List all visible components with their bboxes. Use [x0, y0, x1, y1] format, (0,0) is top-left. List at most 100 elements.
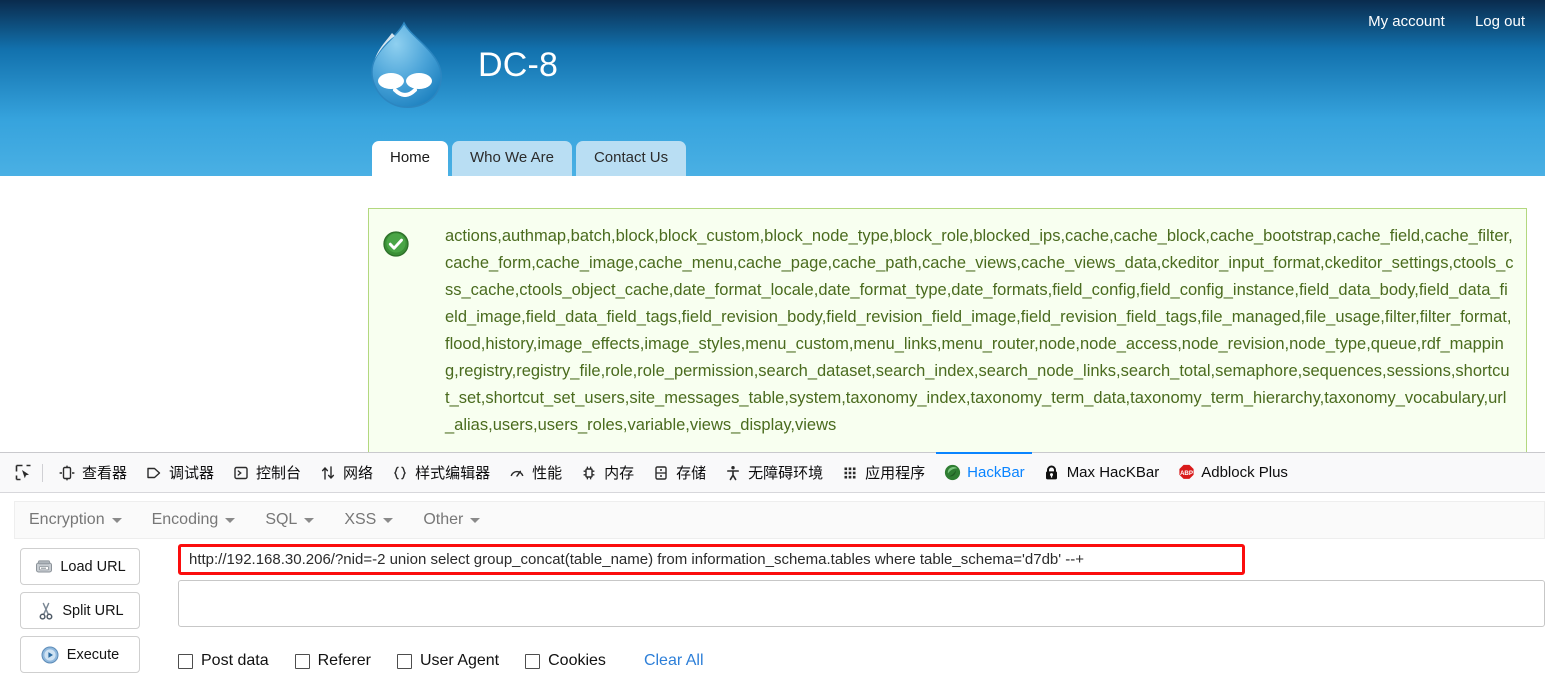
devtools-tab-label: 查看器	[82, 465, 128, 482]
status-message: actions,authmap,batch,block,block_custom…	[368, 208, 1527, 454]
devtools-tab-label: 控制台	[256, 465, 302, 482]
user-links: My account Log out	[1342, 13, 1525, 30]
devtools-tab-network[interactable]: 网络	[310, 453, 382, 492]
devtools-tab-label: 网络	[343, 465, 374, 482]
nav-tab-who-we-are[interactable]: Who We Are	[452, 140, 572, 176]
devtools-tab-hackbar[interactable]: HackBar	[934, 452, 1034, 492]
hackbar-menu-other[interactable]: Other	[423, 511, 481, 529]
inspector-icon	[58, 464, 76, 482]
split-url-button[interactable]: Split URL	[20, 592, 140, 629]
performance-icon	[508, 464, 526, 482]
hackbar-menu-label: Other	[423, 511, 464, 528]
drupal-droplet-icon	[362, 19, 446, 111]
clear-all-link[interactable]: Clear All	[644, 652, 704, 670]
split-url-scissors-icon	[36, 601, 55, 620]
devtools-tab-label: 存储	[676, 465, 707, 482]
hackbar-button-label: Load URL	[60, 558, 126, 575]
devtools-tab-performance[interactable]: 性能	[499, 453, 571, 492]
hackbar-menu-encryption[interactable]: Encryption	[29, 511, 122, 529]
log-out-link[interactable]: Log out	[1475, 13, 1525, 30]
site-branding[interactable]: DC-8	[362, 19, 558, 111]
checkbox-label: User Agent	[419, 652, 500, 669]
chevron-down-icon	[111, 517, 122, 523]
hackbar-menubar: Encryption Encoding SQL XSS Other	[14, 501, 1545, 539]
url-input[interactable]	[178, 544, 1245, 575]
hackbar-button-label: Execute	[66, 646, 120, 663]
memory-icon	[580, 464, 598, 482]
status-message-text: actions,authmap,batch,block,block_custom…	[445, 227, 1514, 434]
checkbox-box	[294, 653, 310, 669]
hackbar-panel: Encryption Encoding SQL XSS Other Load U…	[0, 494, 1545, 687]
hackbar-fields	[178, 544, 1545, 627]
devtools-tab-label: 无障碍环境	[748, 465, 824, 482]
devtools-tab-label: 调试器	[169, 465, 215, 482]
toolbar-divider	[42, 463, 43, 482]
application-icon	[841, 464, 859, 482]
hackbar-icon	[943, 464, 961, 482]
element-picker-icon[interactable]	[8, 460, 38, 486]
site-header-inner: My account Log out DC-8 Home Who We Are …	[0, 0, 1545, 176]
execute-button[interactable]: Execute	[20, 636, 140, 673]
devtools-tab-label: 内存	[604, 465, 635, 482]
my-account-link[interactable]: My account	[1368, 13, 1445, 30]
hackbar-menu-sql[interactable]: SQL	[265, 511, 315, 529]
browser-page-viewport: My account Log out DC-8 Home Who We Are …	[0, 0, 1545, 454]
execute-play-icon	[41, 645, 60, 664]
checkbox-box	[178, 653, 193, 669]
devtools-tab-label: 样式编辑器	[415, 465, 491, 482]
green-check-circle-icon	[383, 223, 409, 262]
style-editor-icon	[391, 464, 409, 482]
hackbar-button-label: Split URL	[62, 602, 124, 619]
network-icon	[319, 464, 337, 482]
cookies-checkbox[interactable]: Cookies	[525, 652, 606, 670]
devtools-tab-console[interactable]: 控制台	[223, 453, 310, 492]
console-icon	[232, 464, 250, 482]
hackbar-menu-label: Encryption	[29, 511, 105, 528]
hackbar-menu-encoding[interactable]: Encoding	[152, 511, 236, 529]
primary-nav: Home Who We Are Contact Us	[372, 140, 690, 176]
chevron-down-icon	[304, 517, 315, 523]
chevron-down-icon	[383, 517, 394, 523]
hackbar-options: Post data Referer User Agent Cookies Cle…	[178, 652, 704, 670]
devtools-tab-label: Max HacKBar	[1066, 464, 1160, 481]
debugger-icon	[145, 464, 163, 482]
devtools-tab-max-hackbar[interactable]: Max HacKBar	[1034, 453, 1169, 492]
devtools-tab-adblock-plus[interactable]: ABP Adblock Plus	[1168, 453, 1297, 492]
devtools-tab-memory[interactable]: 内存	[571, 453, 643, 492]
load-url-icon	[34, 557, 53, 576]
devtools-tab-accessibility[interactable]: 无障碍环境	[715, 453, 832, 492]
devtools-tab-application[interactable]: 应用程序	[832, 453, 934, 492]
devtools-tab-storage[interactable]: 存储	[643, 453, 715, 492]
devtools-tab-label: Adblock Plus	[1201, 464, 1288, 481]
load-url-button[interactable]: Load URL	[20, 548, 140, 585]
hackbar-menu-xss[interactable]: XSS	[344, 511, 394, 529]
site-name: DC-8	[478, 46, 559, 84]
post-data-checkbox[interactable]: Post data	[178, 652, 269, 670]
nav-tab-contact-us[interactable]: Contact Us	[575, 140, 687, 176]
devtools-tab-inspector[interactable]: 查看器	[49, 453, 136, 492]
checkbox-label: Post data	[201, 652, 269, 669]
post-data-textarea[interactable]	[178, 580, 1545, 627]
accessibility-icon	[724, 464, 742, 482]
devtools-tab-style-editor[interactable]: 样式编辑器	[382, 453, 499, 492]
adblock-plus-icon: ABP	[1177, 464, 1195, 482]
checkbox-label: Referer	[317, 652, 371, 669]
checkbox-box	[396, 653, 412, 669]
devtools-tab-label: HackBar	[967, 464, 1025, 481]
hackbar-menu-label: Encoding	[151, 511, 219, 528]
devtools-tab-label: 性能	[532, 465, 563, 482]
nav-tab-home[interactable]: Home	[372, 140, 449, 176]
chevron-down-icon	[225, 517, 236, 523]
user-agent-checkbox[interactable]: User Agent	[396, 652, 500, 670]
hackbar-menu-label: XSS	[344, 511, 377, 528]
referer-checkbox[interactable]: Referer	[294, 652, 371, 670]
devtools-tab-debugger[interactable]: 调试器	[136, 453, 223, 492]
hackbar-menu-label: SQL	[265, 511, 298, 528]
checkbox-box	[525, 653, 541, 669]
site-header: My account Log out DC-8 Home Who We Are …	[0, 0, 1545, 176]
storage-icon	[652, 464, 670, 482]
devtools-tab-label: 应用程序	[865, 465, 926, 482]
devtools-toolbar: 查看器 调试器 控制台 网络 样式编辑器 性能 内存 存储 无障碍环境 应用程序…	[0, 452, 1545, 493]
checkbox-label: Cookies	[548, 652, 606, 669]
chevron-down-icon	[470, 517, 481, 523]
